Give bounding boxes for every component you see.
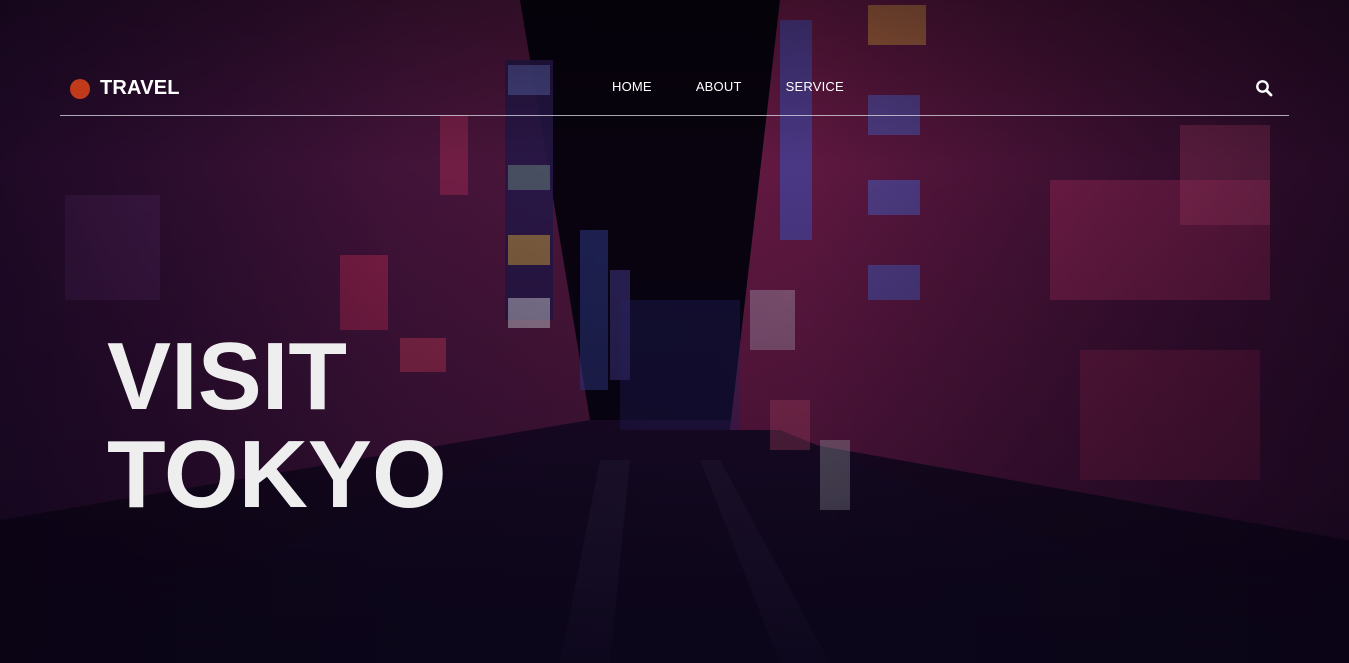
- logo-text: TRAVEL: [100, 77, 180, 99]
- nav-item-home[interactable]: HOME: [612, 79, 652, 94]
- logo[interactable]: TRAVEL: [70, 77, 180, 100]
- headline-line-2: TOKYO: [107, 421, 447, 528]
- site-header: TRAVEL HOME ABOUT SERVICE: [60, 0, 1289, 116]
- logo-dot-icon: [70, 78, 90, 99]
- search-icon: [1256, 80, 1273, 97]
- headline-line-1: VISIT: [107, 323, 348, 430]
- hero-headline: VISIT TOKYO: [107, 328, 447, 524]
- main-nav: HOME ABOUT SERVICE: [612, 79, 844, 94]
- nav-item-service[interactable]: SERVICE: [786, 79, 844, 94]
- nav-item-about[interactable]: ABOUT: [696, 79, 742, 94]
- search-button[interactable]: [1255, 79, 1275, 99]
- hero-section: TRAVEL HOME ABOUT SERVICE VISIT TOKYO: [0, 0, 1349, 663]
